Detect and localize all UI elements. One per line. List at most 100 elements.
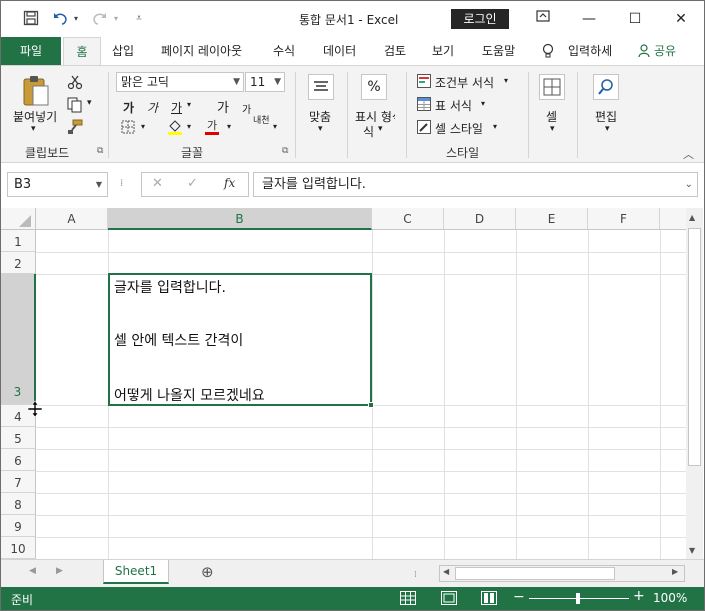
editing-button[interactable]: 편집 <box>595 108 617 125</box>
share-icon[interactable] <box>638 37 652 65</box>
align-dropdown-icon[interactable]: ▾ <box>318 124 323 134</box>
cancel-icon[interactable]: ✕ <box>152 176 163 191</box>
name-box[interactable]: B3 ▼ <box>7 172 108 197</box>
page-layout-view-icon[interactable] <box>441 591 457 605</box>
cell-b3[interactable]: 글자를 입력합니다. 셀 안에 텍스트 간격이 어떻게 나올지 모르겠네요 <box>108 273 374 408</box>
fill-color-dropdown-icon[interactable]: ▾ <box>187 122 191 131</box>
save-icon[interactable] <box>21 10 41 31</box>
column-header-f[interactable]: F <box>588 208 660 230</box>
font-size-combo[interactable]: 11 ▼ <box>245 72 285 92</box>
row-header-5[interactable]: 5 <box>1 427 36 449</box>
zoom-out-button[interactable]: − <box>513 589 525 605</box>
fill-color-icon[interactable] <box>167 118 183 136</box>
conditional-format-icon[interactable] <box>417 74 431 88</box>
tab-formulas[interactable]: 수식 <box>273 37 295 65</box>
tab-file[interactable]: 파일 <box>1 37 61 65</box>
align-icon[interactable] <box>308 74 334 100</box>
search-icon[interactable] <box>593 74 619 100</box>
conditional-format-button[interactable]: 조건부 서식 <box>435 74 494 91</box>
undo-dropdown-icon[interactable]: ▾ <box>71 10 81 28</box>
fill-handle[interactable] <box>368 402 374 408</box>
cells-icon[interactable] <box>539 74 565 100</box>
collapse-ribbon-icon[interactable]: ︿ <box>683 146 694 162</box>
row-header-8[interactable]: 8 <box>1 493 36 515</box>
tab-review[interactable]: 검토 <box>384 37 406 65</box>
redo-icon[interactable] <box>89 10 109 31</box>
zoom-slider-thumb[interactable] <box>576 593 580 604</box>
clipboard-launcher-icon[interactable]: ⧉ <box>97 146 103 156</box>
zoom-in-button[interactable]: + <box>633 588 645 604</box>
select-all-button[interactable] <box>1 208 36 230</box>
column-header-e[interactable]: E <box>516 208 588 230</box>
sheet-prev-icon[interactable]: ◀ <box>29 566 36 576</box>
share-button[interactable]: 공유 <box>654 37 676 65</box>
editing-dropdown-icon[interactable]: ▾ <box>605 124 610 134</box>
column-header-next[interactable] <box>660 208 686 230</box>
font-color-icon[interactable]: 가 <box>204 118 220 136</box>
row-header-7[interactable]: 7 <box>1 471 36 493</box>
undo-icon[interactable] <box>51 10 71 31</box>
redo-dropdown-icon[interactable]: ▾ <box>111 10 121 28</box>
paste-dropdown-icon[interactable]: ▾ <box>31 124 36 134</box>
border-icon[interactable] <box>121 120 135 134</box>
tab-data[interactable]: 데이터 <box>323 37 356 65</box>
vertical-scrollbar[interactable]: ▲ ▼ <box>686 208 703 559</box>
sheet-tab-sheet1[interactable]: Sheet1 <box>103 560 169 584</box>
underline-dropdown-icon[interactable]: ▾ <box>187 100 191 109</box>
paste-icon[interactable] <box>21 74 51 108</box>
scroll-up-icon[interactable]: ▲ <box>689 213 695 222</box>
font-color-dropdown-icon[interactable]: ▾ <box>227 122 231 131</box>
number-format-button[interactable]: 표시 형식 <box>355 108 395 125</box>
underline-button[interactable]: 가 <box>171 99 182 116</box>
conditional-dropdown-icon[interactable]: ▾ <box>504 76 508 85</box>
border-dropdown-icon[interactable]: ▾ <box>141 122 145 131</box>
worksheet-grid[interactable]: A B C D E F 1 2 3 4 5 6 7 8 9 10 글자를 입력합… <box>1 208 686 559</box>
insert-function-button[interactable]: fx <box>224 176 235 190</box>
column-header-c[interactable]: C <box>372 208 444 230</box>
split-grip-icon[interactable]: ⁞ <box>414 570 417 580</box>
cut-icon[interactable] <box>67 74 83 90</box>
tab-page-layout[interactable]: 페이지 레이아웃 <box>161 37 242 65</box>
name-box-dropdown-icon[interactable]: ▼ <box>96 173 102 196</box>
tell-me-box[interactable]: 입력하세 <box>568 37 612 65</box>
login-button[interactable]: 로그인 <box>451 9 509 29</box>
row-header-10[interactable]: 10 <box>1 537 36 559</box>
scroll-down-icon[interactable]: ▼ <box>689 546 695 555</box>
lightbulb-icon[interactable] <box>541 37 561 65</box>
zoom-level[interactable]: 100% <box>653 591 687 605</box>
formula-input[interactable]: 글자를 입력합니다. ⌄ <box>253 172 698 197</box>
paste-button[interactable]: 붙여넣기 <box>13 108 57 125</box>
row-header-9[interactable]: 9 <box>1 515 36 537</box>
italic-button[interactable]: 가 <box>147 99 158 116</box>
format-painter-icon[interactable] <box>67 119 83 135</box>
font-launcher-icon[interactable]: ⧉ <box>282 146 288 156</box>
cell-style-icon[interactable] <box>417 120 431 134</box>
horizontal-scrollbar[interactable]: ◀ ▶ <box>439 565 685 582</box>
table-format-dropdown-icon[interactable]: ▾ <box>481 99 485 108</box>
shrink-font-button[interactable]: 가 <box>242 101 251 116</box>
close-button[interactable]: ✕ <box>666 7 696 31</box>
tab-view[interactable]: 보기 <box>432 37 454 65</box>
row-header-3[interactable]: 3 <box>1 274 36 405</box>
align-button[interactable]: 맞춤 <box>309 108 331 125</box>
column-header-b[interactable]: B <box>108 208 372 230</box>
cells-button[interactable]: 셀 <box>546 108 557 125</box>
sheet-next-icon[interactable]: ▶ <box>56 566 63 576</box>
scroll-right-icon[interactable]: ▶ <box>672 567 678 576</box>
row-header-2[interactable]: 2 <box>1 252 36 274</box>
cell-style-dropdown-icon[interactable]: ▾ <box>493 122 497 131</box>
normal-view-icon[interactable] <box>400 591 416 605</box>
column-header-d[interactable]: D <box>444 208 516 230</box>
phonetic-dropdown-icon[interactable]: ▾ <box>273 122 277 131</box>
tab-home[interactable]: 홈 <box>63 37 101 65</box>
expand-formula-icon[interactable]: ⌄ <box>685 173 693 196</box>
table-format-button[interactable]: 표 서식 <box>435 97 472 114</box>
maximize-button[interactable]: ☐ <box>620 7 650 31</box>
number-dropdown-icon[interactable]: ▾ <box>378 124 383 134</box>
font-name-combo[interactable]: 맑은 고딕 ▼ <box>116 72 244 92</box>
cells-dropdown-icon[interactable]: ▾ <box>550 124 555 134</box>
scroll-left-icon[interactable]: ◀ <box>443 567 449 576</box>
tab-help[interactable]: 도움말 <box>482 37 515 65</box>
table-format-icon[interactable] <box>417 97 431 111</box>
ribbon-display-icon[interactable] <box>528 7 558 31</box>
